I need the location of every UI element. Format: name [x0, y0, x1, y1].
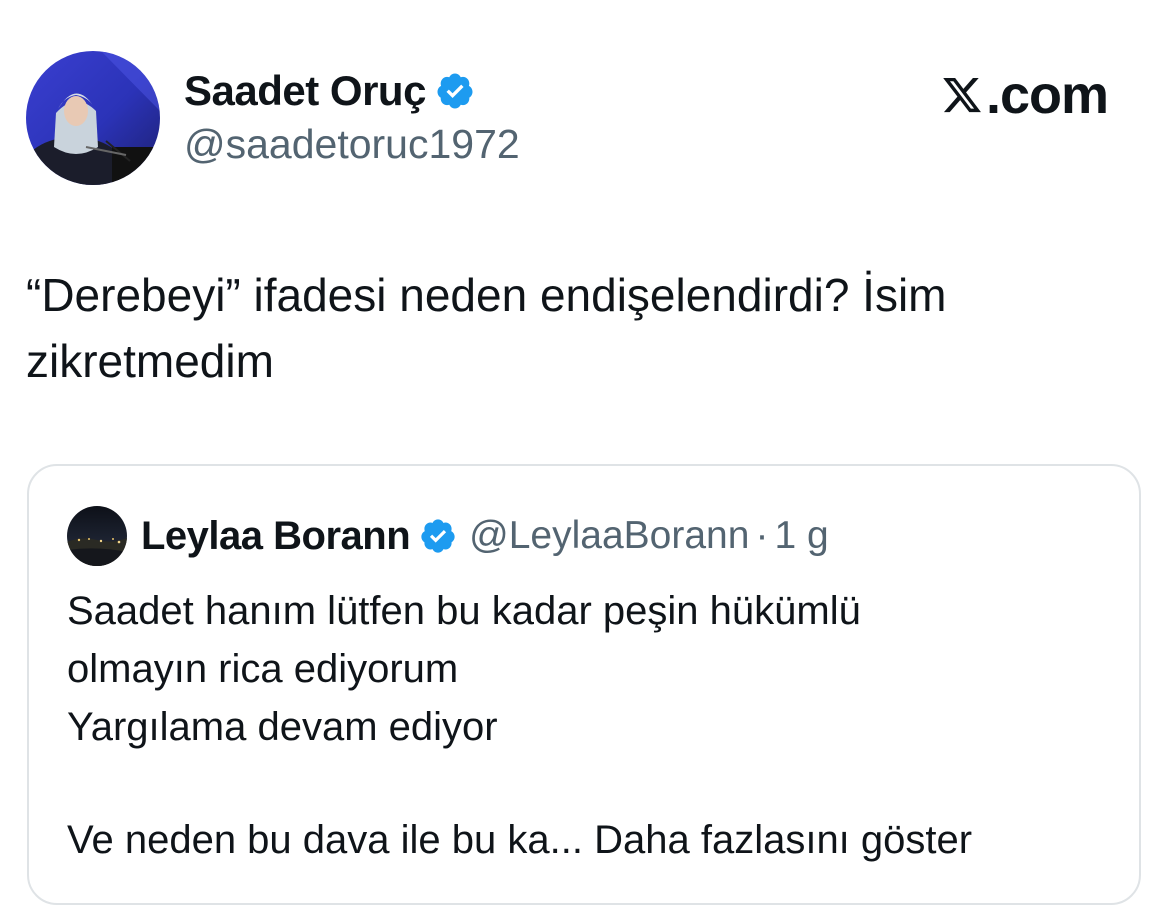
quoted-tweet-truncated-line: Ve neden bu dava ile bu ka... Daha fazla… — [67, 811, 972, 869]
quoted-tweet-card[interactable]: Leylaa Borann @LeylaaBorann · 1 g Saadet… — [27, 464, 1141, 905]
site-domain-text: .com — [985, 65, 1109, 125]
quoted-tweet-header: Leylaa Borann @LeylaaBorann · 1 g — [141, 510, 829, 562]
quoted-author-avatar[interactable] — [67, 506, 127, 566]
verified-badge-icon — [419, 517, 457, 555]
author-name[interactable]: Saadet Oruç — [184, 67, 426, 115]
author-name-row[interactable]: Saadet Oruç — [184, 66, 475, 116]
x-logo-icon — [940, 74, 984, 116]
quoted-tweet-time[interactable]: 1 g — [774, 514, 828, 558]
author-avatar[interactable] — [26, 51, 160, 185]
quoted-tweet-truncated-text: Ve neden bu dava ile bu ka... — [67, 818, 583, 862]
meta-separator: · — [755, 514, 769, 557]
author-handle[interactable]: @saadetoruc1972 — [184, 121, 520, 168]
profile-photo-icon — [67, 506, 127, 566]
quoted-tweet-text: Saadet hanım lütfen bu kadar peşin hüküm… — [67, 589, 861, 749]
quoted-author-handle[interactable]: @LeylaaBorann — [469, 514, 749, 558]
quoted-author-name[interactable]: Leylaa Borann — [141, 514, 411, 559]
tweet-text: “Derebeyi” ifadesi neden endişelendirdi?… — [26, 269, 947, 387]
show-more-link[interactable]: Daha fazlasını göster — [594, 818, 972, 862]
profile-photo-icon — [26, 51, 160, 185]
site-label: .com — [940, 64, 1109, 126]
verified-badge-icon — [435, 71, 475, 111]
